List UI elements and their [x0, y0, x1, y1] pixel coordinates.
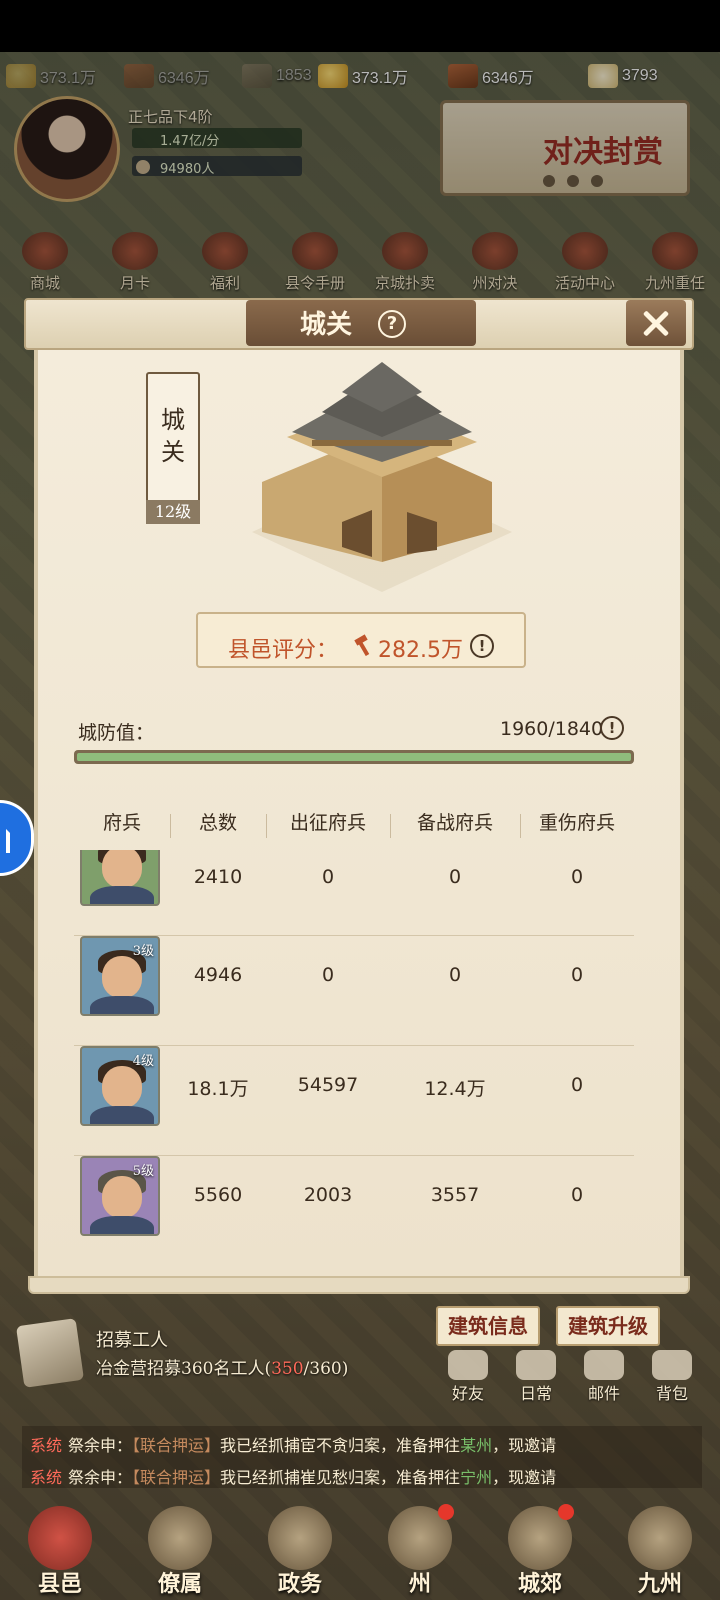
nav-suburbs[interactable]: 城郊 — [490, 1498, 590, 1598]
cell-reserve: 3557 — [430, 1184, 480, 1206]
recruit-description: 冶金营招募360名工人(350/360) — [96, 1359, 349, 1379]
table-row: 3级 4946 0 0 0 — [74, 936, 634, 1046]
cell-total: 4946 — [193, 964, 243, 986]
defense-label: 城防值： — [78, 722, 155, 744]
col-reserve: 备战府兵 — [416, 812, 493, 834]
cell-deployed: 54597 — [297, 1074, 359, 1096]
nav-nine-states[interactable]: 九州 — [610, 1498, 710, 1598]
title-plate — [246, 300, 476, 346]
table-row: 4级 18.1万 54597 12.4万 0 — [74, 1046, 634, 1156]
county-score-value: 282.5万 — [378, 638, 463, 663]
soldier-portrait[interactable]: 2级 — [80, 850, 160, 906]
building-name: 城关 — [161, 406, 185, 466]
cell-total: 2410 — [193, 866, 243, 888]
gate-tower-illustration — [252, 362, 512, 592]
cell-injured: 0 — [570, 1074, 584, 1096]
defense-progress-fill — [77, 753, 631, 761]
defense-progress-bar — [74, 750, 634, 764]
bag-button[interactable]: 背包 — [644, 1350, 700, 1410]
county-icon — [28, 1506, 92, 1570]
troop-table-body[interactable]: 2级 2410 0 0 0 3级 4946 0 0 0 4级 18.1万 545… — [74, 850, 634, 1260]
county-score-label: 县邑评分： — [228, 638, 339, 663]
col-total: 总数 — [198, 812, 237, 834]
cell-reserve: 0 — [448, 964, 462, 986]
bottom-navigation: 县邑 僚属 政务 州 城郊 九州 — [0, 1498, 720, 1600]
status-bar — [0, 0, 720, 52]
nav-affairs[interactable]: 政务 — [250, 1498, 350, 1598]
table-row: 2级 2410 0 0 0 — [74, 850, 634, 936]
col-troop: 府兵 — [102, 812, 141, 834]
close-button[interactable] — [626, 300, 686, 346]
defense-info-icon[interactable]: ! — [600, 716, 624, 740]
nav-staff[interactable]: 僚属 — [130, 1498, 230, 1598]
notification-dot — [438, 1504, 454, 1520]
nav-state[interactable]: 州 — [370, 1498, 470, 1598]
soldier-portrait[interactable]: 5级 — [80, 1156, 160, 1236]
dialog-title: 城关 — [300, 310, 353, 340]
recruit-scroll-icon[interactable] — [15, 1318, 85, 1388]
recruit-current: 350 — [271, 1359, 304, 1379]
dialog-panel-bottom — [28, 1276, 690, 1294]
cell-deployed: 0 — [321, 866, 335, 888]
recruit-title[interactable]: 招募工人 — [96, 1326, 168, 1352]
cell-deployed: 0 — [321, 964, 335, 986]
cell-injured: 0 — [570, 964, 584, 986]
building-info-button[interactable]: 建筑信息 — [436, 1306, 540, 1346]
mail-icon — [584, 1350, 624, 1380]
mail-button[interactable]: 邮件 — [576, 1350, 632, 1410]
chat-message[interactable]: 系统 祭余申：【联合押运】我已经抓捕崔见愁归案，准备押往宁州，现邀请 — [30, 1464, 702, 1488]
staff-icon — [148, 1506, 212, 1570]
col-deployed: 出征府兵 — [289, 812, 366, 834]
cell-reserve: 0 — [448, 866, 462, 888]
shortcut-menu: 好友 日常 邮件 背包 — [440, 1350, 700, 1410]
bag-icon — [652, 1350, 692, 1380]
troop-table-header: 府兵 总数 出征府兵 备战府兵 重伤府兵 — [74, 808, 634, 848]
daily-button[interactable]: 日常 — [508, 1350, 564, 1410]
notification-dot — [558, 1504, 574, 1520]
cell-deployed: 2003 — [303, 1184, 353, 1206]
cell-injured: 0 — [570, 1184, 584, 1206]
affairs-icon — [268, 1506, 332, 1570]
soldier-level-badge: 4级 — [132, 1054, 154, 1069]
soldier-level-badge: 5级 — [132, 1164, 154, 1179]
defense-value: 1960/1840 — [500, 718, 604, 740]
daily-icon — [516, 1350, 556, 1380]
nav-county[interactable]: 县邑 — [10, 1498, 110, 1598]
table-row: 5级 5560 2003 3557 0 — [74, 1156, 634, 1260]
friends-button[interactable]: 好友 — [440, 1350, 496, 1410]
cell-total: 5560 — [193, 1184, 243, 1206]
friends-icon — [448, 1350, 488, 1380]
soldier-portrait[interactable]: 4级 — [80, 1046, 160, 1126]
cell-reserve: 12.4万 — [424, 1078, 486, 1100]
hammer-icon — [354, 634, 370, 656]
building-upgrade-button[interactable]: 建筑升级 — [556, 1306, 660, 1346]
building-level: 12级 — [146, 500, 200, 524]
cell-total: 18.1万 — [187, 1078, 249, 1100]
soldier-level-badge: 3级 — [132, 944, 154, 959]
cell-injured: 0 — [570, 866, 584, 888]
chat-message[interactable]: 系统 祭余申：【联合押运】我已经抓捕宦不贪归案，准备押往某州，现邀请 — [30, 1432, 702, 1456]
col-injured: 重伤府兵 — [538, 812, 615, 834]
score-info-icon[interactable]: ! — [470, 634, 494, 658]
help-icon[interactable]: ? — [378, 310, 406, 338]
nine-states-nav-icon — [628, 1506, 692, 1570]
soldier-portrait[interactable]: 3级 — [80, 936, 160, 1016]
